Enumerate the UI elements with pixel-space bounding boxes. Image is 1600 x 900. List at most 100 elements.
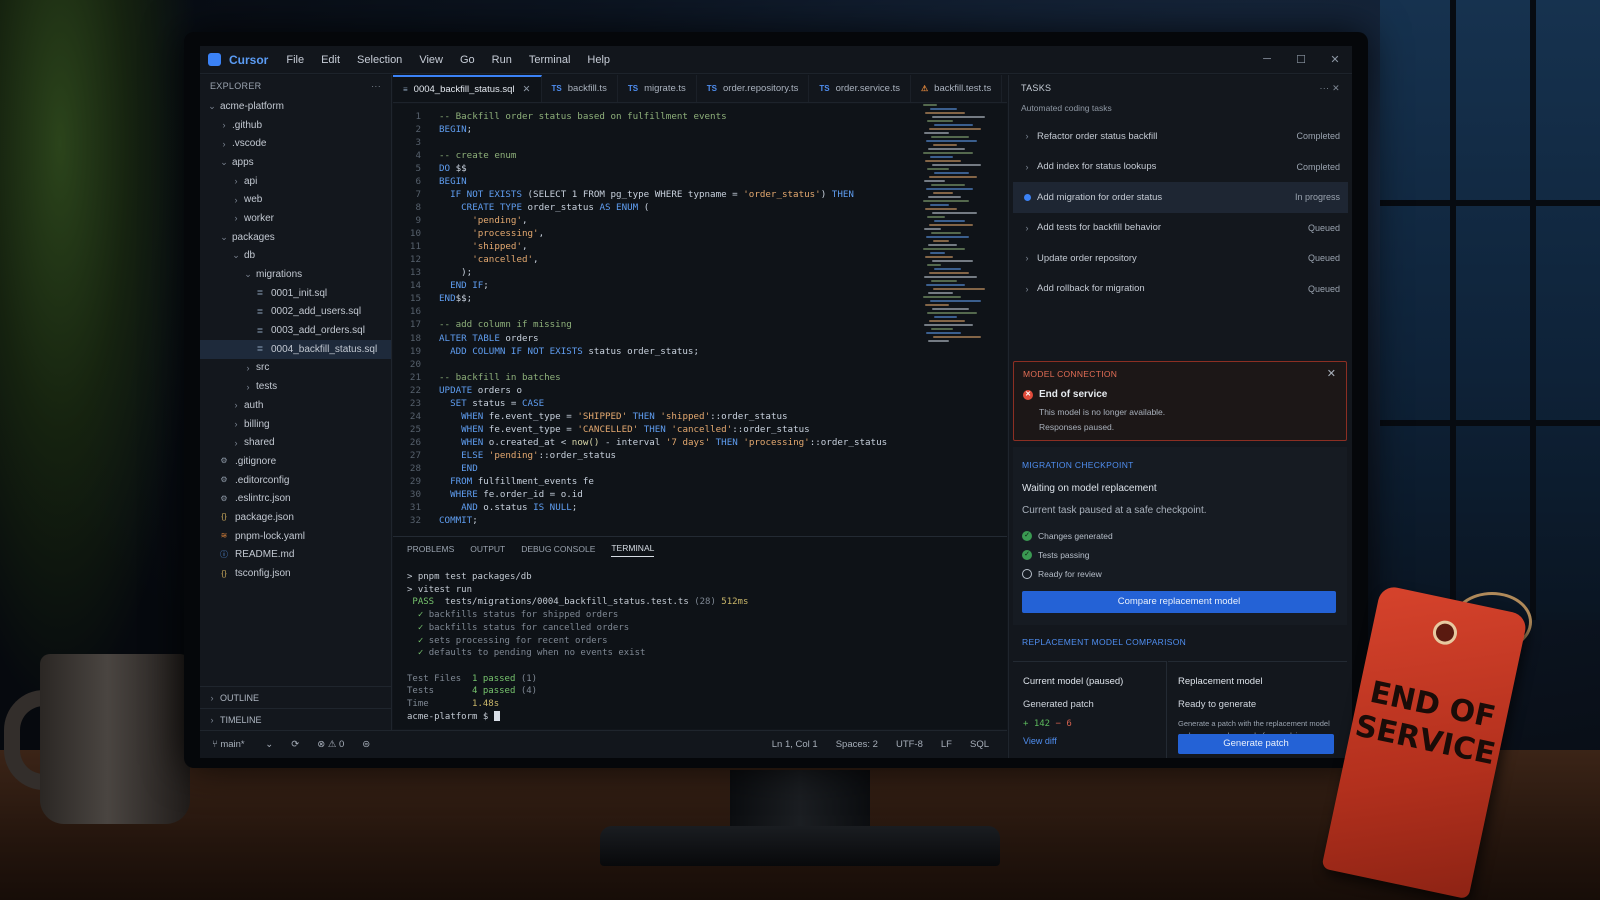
task-item[interactable]: › Add tests for backfill behavior Queued	[1009, 213, 1352, 244]
minimap-line	[930, 204, 949, 206]
panel-tab[interactable]: PROBLEMS	[407, 544, 454, 557]
terminal-text: 4 passed	[472, 686, 521, 697]
task-status: Queued	[1307, 283, 1340, 294]
code-token: fe.order_id = o.id	[477, 488, 583, 500]
diff-deletions: − 6	[1055, 719, 1072, 729]
tree-item[interactable]: {} package.json	[200, 508, 391, 527]
task-item[interactable]: Add migration for order status In progres…	[1013, 182, 1348, 213]
code-editor[interactable]: 1 -- Backfill order status based on fulfi…	[393, 104, 1007, 536]
explorer-title: EXPLORER	[210, 81, 262, 91]
tree-item[interactable]: › billing	[200, 415, 391, 434]
language-mode[interactable]: SQL	[970, 739, 989, 750]
menu-selection[interactable]: Selection	[357, 54, 402, 66]
tree-item[interactable]: ⌄ db	[200, 247, 391, 266]
outline-section[interactable]: › OUTLINE	[200, 686, 392, 708]
code-token: ,	[521, 215, 528, 227]
tree-item[interactable]: ≣ 0003_add_orders.sql	[200, 321, 391, 340]
typescript-icon: TS	[627, 84, 639, 93]
tree-item[interactable]: ⌄ packages	[200, 228, 391, 247]
view-diff-link[interactable]: View diff	[1023, 736, 1057, 746]
task-item[interactable]: › Add index for status lookups Completed	[1009, 152, 1352, 183]
tree-item[interactable]: › api	[200, 172, 391, 191]
tree-item[interactable]: › tests	[200, 377, 391, 396]
task-item[interactable]: › Refactor order status backfill Completed	[1009, 121, 1352, 152]
indentation[interactable]: Spaces: 2	[836, 739, 878, 750]
encoding[interactable]: UTF-8	[896, 739, 923, 750]
tree-item[interactable]: ⚙ .gitignore	[200, 452, 391, 471]
tree-item[interactable]: › .github	[200, 116, 391, 135]
tree-item[interactable]: ≣ 0002_add_users.sql	[200, 303, 391, 322]
code-line: 22 UPDATE orders o	[393, 384, 923, 397]
panel-tab[interactable]: OUTPUT	[470, 544, 505, 557]
compare-replacement-model-button[interactable]: Compare replacement model	[1022, 591, 1336, 613]
menu-help[interactable]: Help	[587, 54, 610, 66]
tree-item[interactable]: {} tsconfig.json	[200, 564, 391, 583]
task-item[interactable]: › Add rollback for migration Queued	[1009, 274, 1352, 305]
code-token: 'shipped'	[439, 241, 522, 253]
timeline-section[interactable]: › TIMELINE	[200, 708, 392, 730]
tree-item[interactable]: ⌄ apps	[200, 153, 391, 172]
notification-icon[interactable]: ⊜	[362, 739, 370, 750]
tasks-panel: TASKS ··· ✕ Automated coding tasks › Refa…	[1008, 75, 1352, 758]
menu-run[interactable]: Run	[492, 54, 512, 66]
close-tab-icon[interactable]: ✕	[523, 84, 531, 95]
menu-view[interactable]: View	[419, 54, 443, 66]
code-token: 'SHIPPED'	[577, 410, 628, 422]
tree-item[interactable]: › .vscode	[200, 134, 391, 153]
close-window-icon[interactable]: ✕	[1318, 53, 1352, 66]
minimap-line	[925, 304, 949, 306]
explorer-more-icon[interactable]: ···	[371, 81, 381, 91]
yaml-file-icon: ≋	[220, 531, 228, 541]
problems-indicator[interactable]: ⊗ ⚠ 0	[317, 739, 344, 750]
code-line: 17 -- add column if missing	[393, 318, 923, 331]
sync-icon[interactable]: ⟳	[291, 739, 299, 750]
cursor-position[interactable]: Ln 1, Col 1	[772, 739, 818, 750]
minimap[interactable]	[923, 104, 993, 344]
editor-tab[interactable]: TS order.repository.ts	[697, 75, 810, 102]
editor-tab[interactable]: ≡ 0004_backfill_status.sql ✕	[393, 75, 542, 102]
editor-tab[interactable]: ⚠ backfill.test.ts	[911, 75, 1003, 102]
tree-item[interactable]: › auth	[200, 396, 391, 415]
tree-item[interactable]: › web	[200, 190, 391, 209]
code-token: ,	[521, 241, 528, 253]
tree-item[interactable]: ≣ 0001_init.sql	[200, 284, 391, 303]
line-ending[interactable]: LF	[941, 739, 952, 750]
tree-item[interactable]: ⚙ .editorconfig	[200, 471, 391, 490]
tree-item[interactable]: ⓘ README.md	[200, 546, 391, 565]
branch-indicator[interactable]: ⑂ main* ⌄	[212, 739, 273, 750]
editor-tab[interactable]: TS backfill.ts	[542, 75, 618, 102]
tasks-actions-icon[interactable]: ··· ✕	[1319, 83, 1340, 94]
editor-tab[interactable]: TS order.service.ts	[809, 75, 911, 102]
tree-item[interactable]: ⌄ migrations	[200, 265, 391, 284]
panel-tab[interactable]: DEBUG CONSOLE	[521, 544, 595, 557]
tree-item[interactable]: ⚙ .eslintrc.json	[200, 489, 391, 508]
code-line: 18 ALTER TABLE orders	[393, 332, 923, 345]
panel-tab[interactable]: TERMINAL	[611, 543, 655, 557]
code-line: 16	[393, 305, 923, 318]
warning-icon: ⚠	[921, 84, 929, 93]
maximize-icon[interactable]: ☐	[1284, 53, 1318, 66]
menu-terminal[interactable]: Terminal	[529, 54, 571, 66]
alert-heading-text: End of service	[1039, 389, 1108, 400]
tree-item[interactable]: › src	[200, 359, 391, 378]
minimize-icon[interactable]: ─	[1250, 53, 1284, 66]
editor-tab[interactable]: TS migrate.ts	[618, 75, 697, 102]
task-label: Add index for status lookups	[1037, 161, 1157, 173]
minimap-line	[934, 124, 973, 126]
minimap-line	[926, 284, 965, 286]
tree-item[interactable]: › worker	[200, 209, 391, 228]
line-number: 26	[409, 436, 421, 448]
close-alert-icon[interactable]: ✕	[1327, 367, 1336, 380]
tree-item[interactable]: ≋ pnpm-lock.yaml	[200, 527, 391, 546]
tree-item[interactable]: › shared	[200, 433, 391, 452]
menu-edit[interactable]: Edit	[321, 54, 340, 66]
tree-item[interactable]: ⌄ acme-platform	[200, 97, 391, 116]
window-controls: ─ ☐ ✕	[1250, 53, 1352, 66]
menu-file[interactable]: File	[286, 54, 304, 66]
task-item[interactable]: › Update order repository Queued	[1009, 243, 1352, 274]
tree-item[interactable]: ≣ 0004_backfill_status.sql	[200, 339, 391, 359]
generate-patch-button[interactable]: Generate patch	[1178, 734, 1334, 754]
tab-label: order.repository.ts	[723, 83, 799, 94]
menu-go[interactable]: Go	[460, 54, 475, 66]
code-line: 30 WHERE fe.order_id = o.id	[393, 488, 923, 501]
